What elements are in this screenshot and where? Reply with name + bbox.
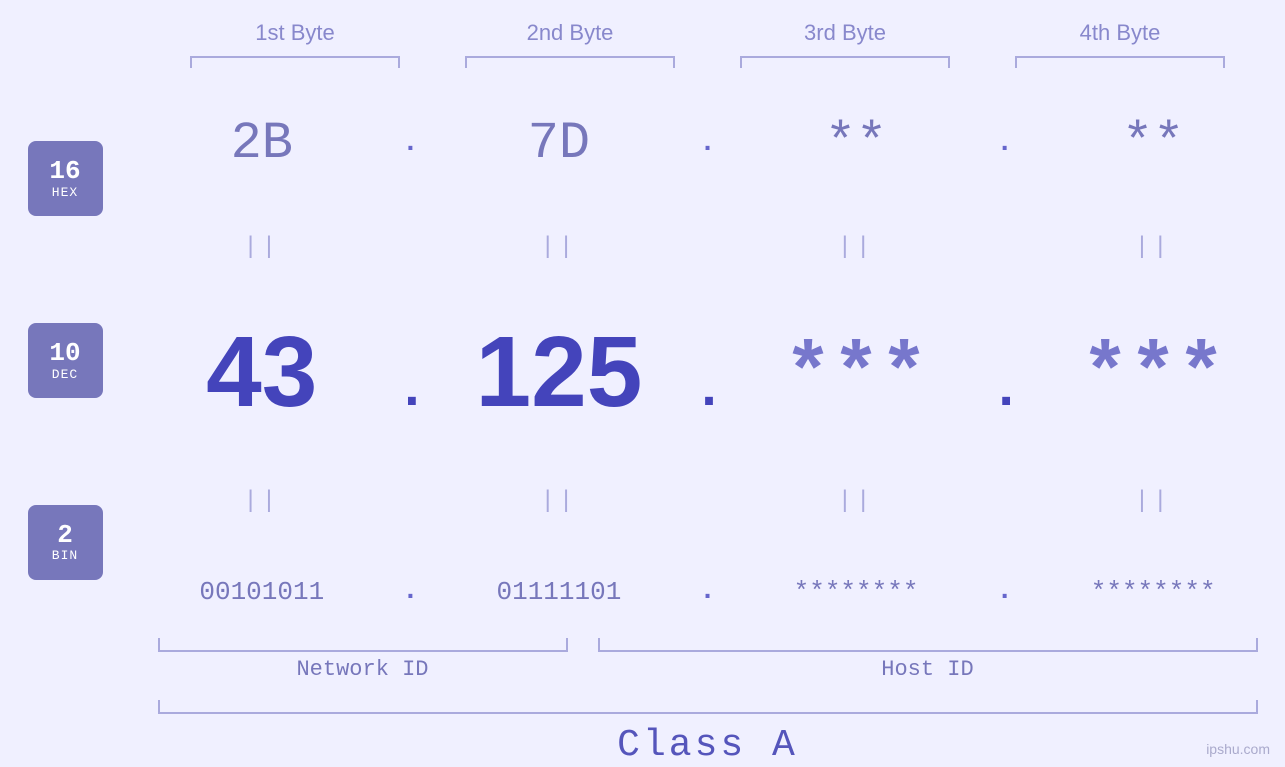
hex-row: 2B . 7D . ** . ** [140, 114, 1275, 173]
bin-row: 00101011 . 01111101 . ******** . *******… [140, 576, 1275, 607]
bin-value-4: ******** [1091, 577, 1216, 607]
bin-dot-1: . [395, 576, 425, 607]
dec-number: 10 [49, 339, 80, 368]
hex-number: 16 [49, 157, 80, 186]
byte-header-2: 2nd Byte [460, 20, 680, 46]
bracket-2 [465, 56, 675, 68]
dec-cell-3: *** [746, 331, 966, 422]
byte-header-3: 3rd Byte [735, 20, 955, 46]
bin-cell-4: ******** [1043, 577, 1263, 607]
bin-value-2: 01111101 [496, 577, 621, 607]
eq2-3: || [746, 488, 966, 515]
dec-row: 43 . 125 . *** . *** [140, 322, 1275, 427]
bin-cell-1: 00101011 [152, 577, 372, 607]
hex-badge: 16 HEX [28, 141, 103, 216]
dec-cell-1: 43 [152, 322, 372, 422]
top-brackets [158, 56, 1258, 68]
dec-value-1: 43 [206, 316, 317, 428]
bottom-section: Network ID Host ID Class A [158, 638, 1258, 767]
eq2-4: || [1043, 488, 1263, 515]
bracket-4 [1015, 56, 1225, 68]
hex-value-1: 2B [231, 114, 293, 173]
bin-value-3: ******** [794, 577, 919, 607]
hex-dot-2: . [692, 128, 722, 159]
equals-row-1: || || || || [140, 234, 1275, 261]
bin-cell-2: 01111101 [449, 577, 669, 607]
dec-dot-3: . [990, 359, 1020, 422]
hex-label: HEX [52, 186, 78, 200]
hex-cell-1: 2B [152, 114, 372, 173]
eq2-1: || [152, 488, 372, 515]
dec-cell-4: *** [1043, 331, 1263, 422]
bin-dot-3: . [990, 576, 1020, 607]
hex-cell-2: 7D [449, 114, 669, 173]
bin-label: BIN [52, 549, 78, 563]
id-labels: Network ID Host ID [158, 657, 1258, 682]
dec-value-3: *** [784, 331, 928, 422]
eq1-1: || [152, 234, 372, 261]
watermark: ipshu.com [1206, 741, 1270, 757]
hex-dot-1: . [395, 128, 425, 159]
byte-headers-row: 1st Byte 2nd Byte 3rd Byte 4th Byte [158, 20, 1258, 46]
badges-column: 16 HEX 10 DEC 2 BIN [0, 83, 130, 638]
dec-dot-2: . [692, 359, 722, 422]
network-id-label: Network ID [158, 657, 568, 682]
equals-row-2: || || || || [140, 488, 1275, 515]
hex-cell-3: ** [746, 114, 966, 173]
dec-value-2: 125 [475, 316, 642, 428]
dec-value-4: *** [1081, 331, 1225, 422]
bin-number: 2 [57, 521, 73, 550]
data-area: 2B . 7D . ** . ** || || [130, 83, 1285, 638]
bracket-1 [190, 56, 400, 68]
main-container: 1st Byte 2nd Byte 3rd Byte 4th Byte 16 H… [0, 0, 1285, 767]
eq2-2: || [449, 488, 669, 515]
hex-value-3: ** [825, 114, 887, 173]
hex-value-4: ** [1122, 114, 1184, 173]
eq1-3: || [746, 234, 966, 261]
dec-cell-2: 125 [449, 322, 669, 422]
host-id-label: Host ID [598, 657, 1258, 682]
host-bracket [598, 638, 1258, 652]
bin-cell-3: ******** [746, 577, 966, 607]
eq1-2: || [449, 234, 669, 261]
dec-badge: 10 DEC [28, 323, 103, 398]
bin-dot-2: . [692, 576, 722, 607]
hex-dot-3: . [990, 128, 1020, 159]
full-bracket [158, 700, 1258, 714]
bottom-brackets-row [158, 638, 1258, 652]
bin-badge: 2 BIN [28, 505, 103, 580]
bracket-3 [740, 56, 950, 68]
class-label: Class A [158, 724, 1258, 767]
dec-dot-1: . [395, 359, 425, 422]
main-content: 16 HEX 10 DEC 2 BIN 2B . 7D [0, 83, 1285, 638]
hex-cell-4: ** [1043, 114, 1263, 173]
byte-header-4: 4th Byte [1010, 20, 1230, 46]
eq1-4: || [1043, 234, 1263, 261]
hex-value-2: 7D [528, 114, 590, 173]
bracket-spacer [568, 638, 598, 652]
bin-value-1: 00101011 [199, 577, 324, 607]
dec-label: DEC [52, 368, 78, 382]
byte-header-1: 1st Byte [185, 20, 405, 46]
network-bracket [158, 638, 568, 652]
